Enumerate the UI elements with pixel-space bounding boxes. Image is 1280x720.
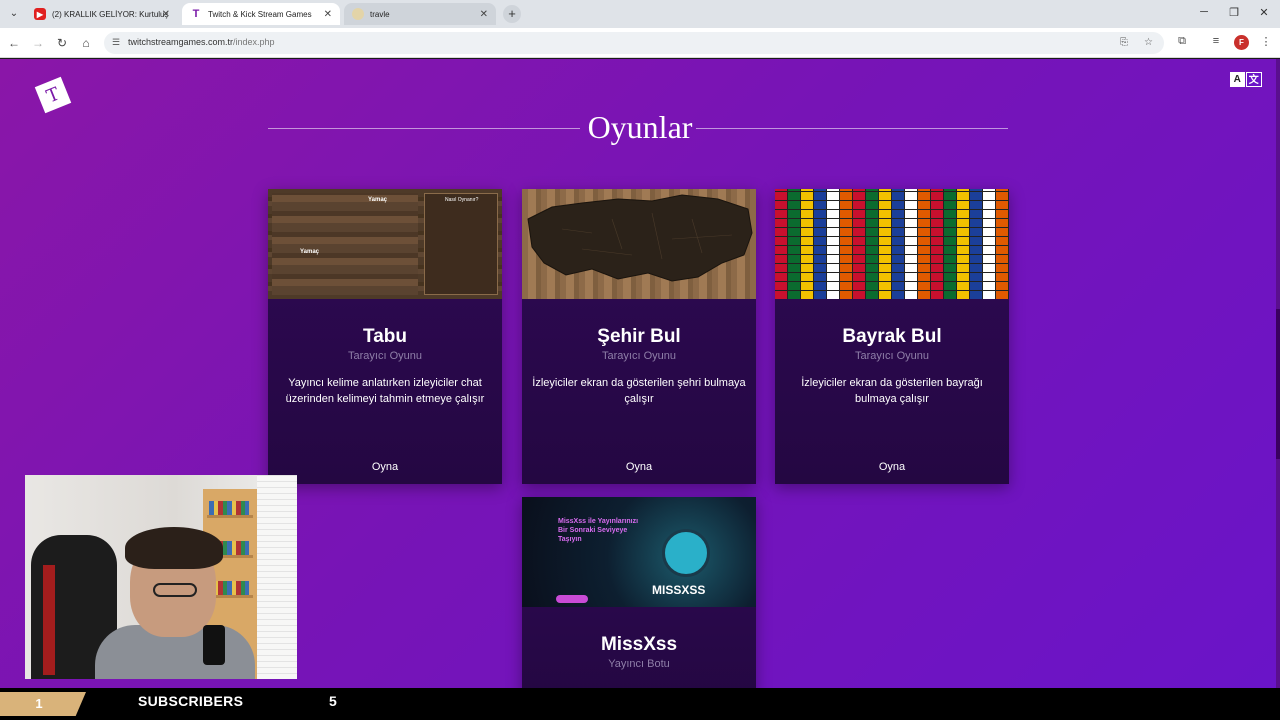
microphone-icon [203,625,225,665]
glasses [153,583,197,597]
game-card-sehir-bul[interactable]: Şehir Bul Tarayıcı Oyunu İzleyiciler ekr… [522,189,756,484]
translate-icon-cjk: 文 [1245,72,1262,87]
game-card-tabu[interactable]: Yamaç Yamaç Nasıl Oynanır? Tabu Tarayıcı… [268,189,502,484]
card-subtitle: Tarayıcı Oyunu [855,350,929,362]
restore-icon[interactable]: ❐ [1226,6,1242,19]
browser-tab-twitch-games[interactable]: T Twitch & Kick Stream Games ✕ [182,3,340,25]
translate-button[interactable]: A 文 [1230,72,1262,87]
tab-title: (2) KRALLIK GELİYOR: Kurtuluş [52,9,169,19]
menu-kebab-icon[interactable]: ⋮ [1258,35,1274,48]
tab-title: travle [370,9,390,19]
card-title: Tabu [363,326,407,347]
subscriber-goal-bar: 1 SUBSCRIBERS 5 [0,688,1280,720]
tabu-panel: Nasıl Oynanır? [424,193,498,295]
reload-icon[interactable]: ↻ [54,35,70,51]
webcam-overlay [25,475,297,679]
site-info-icon[interactable]: ☰ [112,37,120,48]
card-subtitle: Tarayıcı Oyunu [602,350,676,362]
thumb-text: MISSXSS [652,583,706,597]
streamer-hair [125,527,223,569]
shelf-board [207,515,253,518]
forward-icon[interactable]: → [30,35,46,51]
bookmark-star-icon[interactable]: ☆ [1144,37,1153,48]
browser-tab-strip: ⌄ ▶ (2) KRALLIK GELİYOR: Kurtuluş ✕ T Tw… [0,0,1280,28]
game-card-missxss[interactable]: MissXss ile Yayınlarınızı Bir Sonraki Se… [522,497,756,688]
media-controls-icon[interactable]: ≡ [1208,35,1224,47]
close-tab-icon[interactable]: ✕ [162,9,170,20]
tab-search-chevron-icon[interactable]: ⌄ [6,6,22,22]
card-description: İzleyiciler ekran da gösterilen şehri bu… [532,377,746,405]
extensions-icon[interactable]: ⧉ [1174,35,1190,48]
subscriber-goal: 5 [329,693,337,709]
card-description: İzleyiciler ekran da gösterilen bayrağı … [801,377,983,405]
books [209,501,249,515]
thumb-text: Nasıl Oynanır? [445,197,479,203]
url-text: twitchstreamgames.com.tr/index.php [128,37,275,47]
play-link[interactable]: Oyna [268,461,502,473]
close-tab-icon[interactable]: ✕ [324,9,332,20]
card-subtitle: Yayıncı Botu [608,658,670,670]
bayrak-bul-thumbnail [775,189,1009,299]
chair-stripe [43,565,55,675]
card-description: Yayıncı kelime anlatırken izleyiciler ch… [285,377,485,405]
thumb-text: Yamaç [300,249,320,255]
card-subtitle: Tarayıcı Oyunu [348,350,422,362]
tab-title: Twitch & Kick Stream Games [208,9,312,19]
missxss-thumbnail: MissXss ile Yayınlarınızı Bir Sonraki Se… [522,497,756,607]
browser-toolbar: ← → ↻ ⌂ ☰ twitchstreamgames.com.tr/index… [0,28,1280,58]
game-card-bayrak-bul[interactable]: Bayrak Bul Tarayıcı Oyunu İzleyiciler ek… [775,189,1009,484]
new-tab-button[interactable]: + [503,5,521,23]
site-logo[interactable]: T [34,76,72,114]
scrollbar-thumb[interactable] [1276,309,1280,459]
minimize-icon[interactable]: ─ [1196,6,1212,18]
install-app-icon[interactable]: ⎘ [1120,37,1128,48]
tabu-thumbnail: Yamaç Yamaç Nasıl Oynanır? [268,189,502,299]
heading-divider-left [268,128,580,129]
card-title: Şehir Bul [597,326,681,347]
tabu-board [272,193,418,295]
translate-icon-latin: A [1230,72,1245,87]
play-link[interactable]: Oyna [522,461,756,473]
thumb-button-shape [556,595,588,603]
logo-letter: T [43,83,63,107]
heading-divider-right [696,128,1008,129]
address-bar[interactable]: ☰ twitchstreamgames.com.tr/index.php ⎘ ☆ [104,32,1164,54]
subscriber-label: SUBSCRIBERS [138,693,244,709]
sehir-bul-thumbnail [522,189,756,299]
robot-mascot-icon [662,529,710,577]
profile-avatar-icon[interactable]: F [1234,35,1249,50]
card-title: MissXss [600,634,678,655]
card-title: Bayrak Bul [842,326,942,347]
close-window-icon[interactable]: ✕ [1256,6,1272,19]
back-icon[interactable]: ← [6,35,22,51]
subscriber-count-badge: 1 [0,692,86,716]
browser-tab-youtube[interactable]: ▶ (2) KRALLIK GELİYOR: Kurtuluş ✕ [26,3,178,25]
youtube-icon: ▶ [34,8,46,20]
page-scrollbar[interactable] [1276,59,1280,688]
window-blind [257,475,297,679]
thumb-text: Yamaç [368,197,388,203]
home-icon[interactable]: ⌂ [78,35,94,51]
browser-tab-travle[interactable]: travle ✕ [344,3,496,25]
site-favicon-icon: T [192,8,200,20]
globe-icon [352,8,364,20]
close-tab-icon[interactable]: ✕ [480,9,488,20]
play-link[interactable]: Oyna [775,461,1009,473]
turkey-map-icon [527,194,753,282]
thumb-text: MissXss ile Yayınlarınızı Bir Sonraki Se… [558,518,639,543]
